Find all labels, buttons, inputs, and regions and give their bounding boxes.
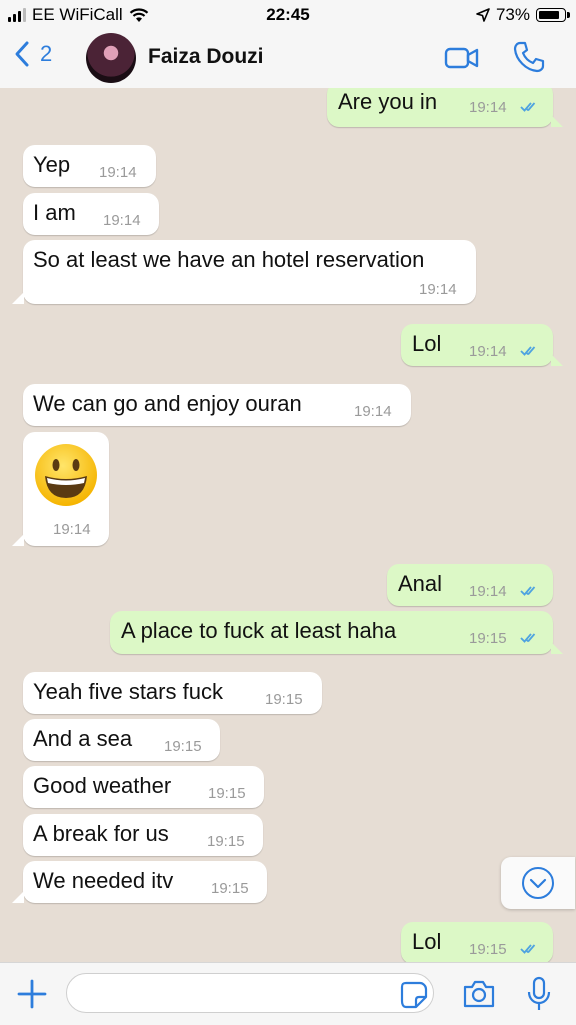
battery-icon xyxy=(536,8,570,22)
read-ticks-icon xyxy=(520,346,536,356)
incoming-message[interactable]: Yep 19:14 xyxy=(23,145,156,187)
message-time: 19:15 xyxy=(265,691,303,708)
plus-icon xyxy=(17,979,47,1009)
bubble-tail xyxy=(12,891,24,903)
read-ticks-icon xyxy=(520,586,536,596)
incoming-message[interactable]: So at least we have an hotel reservation… xyxy=(23,240,476,304)
message-text: Lol xyxy=(412,331,442,356)
message-text: So at least we have an hotel reservation xyxy=(33,247,425,272)
outgoing-message[interactable]: Lol 19:15 xyxy=(401,922,553,962)
bubble-tail xyxy=(551,115,563,127)
message-time: 19:15 xyxy=(469,630,507,647)
status-right: 73% xyxy=(476,5,570,25)
phone-icon xyxy=(513,41,545,73)
message-time: 19:14 xyxy=(99,164,137,181)
message-time: 19:14 xyxy=(354,403,392,420)
incoming-message[interactable]: A break for us 19:15 xyxy=(23,814,263,856)
back-button[interactable]: 2 xyxy=(14,40,52,68)
read-ticks-icon xyxy=(520,102,536,112)
message-time: 19:14 xyxy=(53,521,91,538)
outgoing-message[interactable]: Are you in 19:14 xyxy=(327,88,553,127)
avatar[interactable] xyxy=(86,33,136,83)
location-arrow-icon xyxy=(476,8,490,22)
message-text: Yep xyxy=(33,152,71,177)
incoming-message[interactable]: Good weather 19:15 xyxy=(23,766,264,808)
incoming-message[interactable]: Yeah five stars fuck 19:15 xyxy=(23,672,322,714)
video-call-button[interactable] xyxy=(444,46,480,75)
incoming-message[interactable]: We needed itv 19:15 xyxy=(23,861,267,903)
message-text: A break for us xyxy=(33,821,169,846)
message-text: Lol xyxy=(412,929,442,954)
microphone-icon xyxy=(527,976,551,1010)
incoming-message[interactable]: We can go and enjoy ouran 19:14 xyxy=(23,384,411,426)
message-time: 19:14 xyxy=(103,212,141,229)
message-input[interactable] xyxy=(66,973,434,1013)
message-time: 19:15 xyxy=(207,833,245,850)
message-time: 19:15 xyxy=(208,785,246,802)
message-text: Are you in xyxy=(338,89,438,114)
incoming-message[interactable]: And a sea 19:15 xyxy=(23,719,220,761)
video-camera-icon xyxy=(444,47,479,69)
message-text: And a sea xyxy=(33,726,133,751)
incoming-message[interactable]: I am 19:14 xyxy=(23,193,159,235)
contact-name[interactable]: Faiza Douzi xyxy=(148,45,264,69)
message-time: 19:14 xyxy=(469,99,507,116)
message-text: Good weather xyxy=(33,773,172,798)
read-ticks-icon xyxy=(520,944,536,954)
message-text: We can go and enjoy ouran xyxy=(33,391,302,416)
message-text: We needed itv xyxy=(33,868,174,893)
microphone-button[interactable] xyxy=(526,976,552,1017)
sticker-icon xyxy=(400,981,428,1009)
message-time: 19:14 xyxy=(469,343,507,360)
unread-count: 2 xyxy=(40,41,53,66)
bubble-tail xyxy=(551,642,563,654)
voice-call-button[interactable] xyxy=(512,40,546,79)
incoming-message[interactable]: 19:14 xyxy=(23,432,109,546)
scroll-to-bottom-button[interactable] xyxy=(501,857,575,909)
message-time: 19:14 xyxy=(419,281,457,298)
message-time: 19:15 xyxy=(469,941,507,958)
attach-button[interactable] xyxy=(16,978,48,1015)
read-ticks-icon xyxy=(520,633,536,643)
message-time: 19:15 xyxy=(211,880,249,897)
message-text: A place to fuck at least haha xyxy=(121,618,397,643)
status-bar: EE WiFiCall 22:45 73% xyxy=(0,0,576,30)
message-time: 19:14 xyxy=(469,583,507,600)
message-list[interactable]: Are you in 19:14 Yep 19:14 I am 19:14 So… xyxy=(0,88,576,962)
camera-icon xyxy=(463,980,495,1008)
outgoing-message[interactable]: A place to fuck at least haha 19:15 xyxy=(110,611,553,654)
message-time: 19:15 xyxy=(164,738,202,755)
chevron-left-icon xyxy=(15,41,29,67)
message-text: Yeah five stars fuck xyxy=(33,679,223,704)
chevron-down-circle-icon xyxy=(522,867,554,899)
sticker-button[interactable] xyxy=(400,981,428,1014)
battery-percent: 73% xyxy=(495,5,530,24)
bubble-tail xyxy=(12,534,24,546)
outgoing-message[interactable]: Anal 19:14 xyxy=(387,564,553,606)
grinning-face-emoji xyxy=(35,444,97,506)
bubble-tail xyxy=(551,354,563,366)
chat-header: 2 Faiza Douzi xyxy=(0,30,576,89)
message-text: Anal xyxy=(398,571,443,596)
outgoing-message[interactable]: Lol 19:14 xyxy=(401,324,553,366)
message-text: I am xyxy=(33,200,76,225)
bubble-tail xyxy=(12,292,24,304)
camera-button[interactable] xyxy=(462,979,496,1014)
composer-bar xyxy=(0,962,576,1025)
